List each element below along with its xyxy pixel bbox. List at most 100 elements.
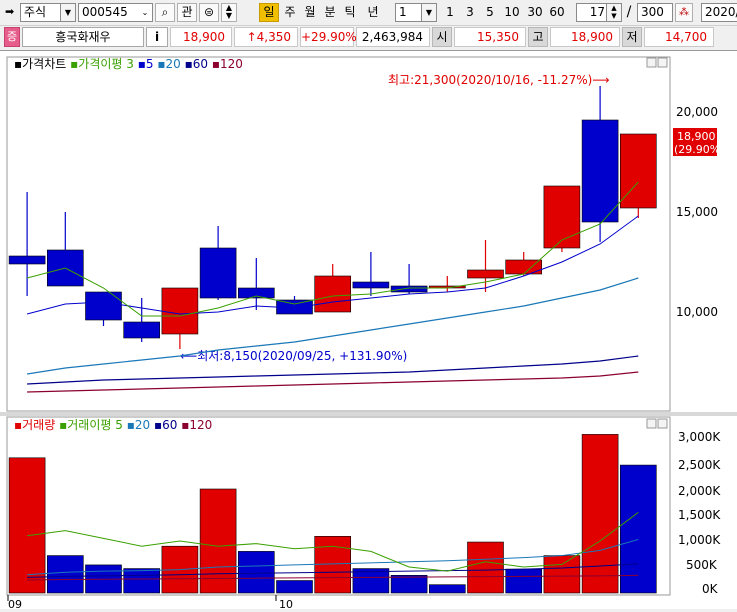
- candle-body: [352, 281, 390, 289]
- legend-volume-ma: 거래이평: [67, 418, 111, 432]
- volume-bar: [581, 434, 619, 594]
- legend-vma60: 60: [162, 418, 177, 432]
- panel-splitter[interactable]: [0, 412, 737, 416]
- legend-vma20: 20: [135, 418, 150, 432]
- volume-bar: [390, 575, 428, 594]
- period-tick[interactable]: 틱: [341, 3, 359, 22]
- stock-chart[interactable]: ▪가격차트 ▪가격이평 3 ▪5 ▪20 ▪60 ▪120 ▪거래량 ▪거래이평…: [0, 51, 737, 611]
- interest-button[interactable]: 관: [177, 3, 197, 22]
- chart-area[interactable]: ▪가격차트 ▪가격이평 3 ▪5 ▪20 ▪60 ▪120 ▪거래량 ▪거래이평…: [0, 50, 737, 611]
- chevron-down-icon[interactable]: ▼: [60, 4, 75, 21]
- close-icon[interactable]: [657, 418, 668, 429]
- candle-body: [467, 269, 504, 279]
- legend-ma60: 60: [193, 57, 208, 71]
- volume-tick-2500k: 2,500K: [678, 458, 721, 472]
- high-label: 고: [528, 27, 548, 47]
- candle-body: [619, 133, 657, 209]
- page-input[interactable]: 17 ▲ ▼: [576, 3, 622, 22]
- count-preset-3[interactable]: 3: [461, 3, 479, 22]
- minimize-icon[interactable]: [646, 57, 657, 68]
- volume-bar: [505, 568, 543, 594]
- candle-body: [161, 287, 199, 335]
- volume-tick-500k: 500K: [686, 558, 718, 572]
- count-preset-5[interactable]: 5: [481, 3, 499, 22]
- volume-bar: [199, 488, 237, 594]
- legend-vma120: 120: [189, 418, 212, 432]
- candle-body: [199, 247, 237, 299]
- volume-bar: [543, 555, 581, 594]
- volume-tick-0k: 0K: [702, 582, 719, 596]
- price-tick-15000: 15,000: [676, 205, 718, 219]
- period-week[interactable]: 주: [281, 3, 299, 22]
- info-button[interactable]: i: [146, 27, 168, 47]
- candle-body: [390, 285, 428, 293]
- x-label-sep: 09: [8, 598, 22, 609]
- volume-bar: [276, 580, 313, 594]
- close-icon[interactable]: [657, 57, 668, 68]
- candle-body: [8, 255, 46, 265]
- count-preset-60[interactable]: 60: [546, 3, 568, 22]
- chevron-down-icon[interactable]: ▼: [421, 4, 436, 21]
- price-tick-10000: 10,000: [676, 305, 718, 319]
- count-preset-10[interactable]: 10: [501, 3, 523, 22]
- count-value: 1: [399, 5, 407, 19]
- search-button[interactable]: ⌕: [155, 3, 175, 22]
- open-price: 15,350: [454, 27, 526, 47]
- count-select[interactable]: 1 ▼: [395, 3, 437, 22]
- candle-body: [314, 275, 352, 313]
- legend-price-ma: 가격이평: [78, 57, 122, 71]
- stepper-icon[interactable]: ▲ ▼: [606, 4, 621, 21]
- period-year[interactable]: 년: [361, 3, 385, 22]
- legend-ma3: 3: [126, 57, 134, 71]
- market-select-value: 주식: [24, 5, 47, 19]
- stepper-button[interactable]: ▲ ▼: [221, 3, 237, 22]
- stock-code-input[interactable]: 000545 ⌄: [78, 3, 153, 22]
- stock-badge: 증: [4, 27, 20, 47]
- quote-bar: 증 흥국화재우 i 18,900 ↑4,350 +29.90% 2,463,98…: [0, 26, 737, 48]
- current-price: 18,900: [170, 27, 232, 47]
- page-separator: /: [626, 4, 632, 20]
- max-price-annotation: 최고:21,300(2020/10/16, -11.27%)⟶: [388, 73, 610, 87]
- volume-bar: [619, 464, 657, 594]
- count-preset-1[interactable]: 1: [441, 3, 459, 22]
- legend-price: 가격차트: [22, 57, 66, 71]
- menu-arrow-icon[interactable]: ➡: [5, 5, 19, 19]
- price-change-pct: +29.90%: [300, 27, 357, 47]
- volume-tick-2000k: 2,000K: [678, 484, 721, 498]
- volume-bar: [238, 551, 275, 594]
- volume-bar: [467, 541, 504, 594]
- price-tick-20000: 20,000: [676, 105, 718, 119]
- legend-ma20: 20: [166, 57, 181, 71]
- grid-icon: ⁂: [679, 7, 689, 18]
- count-preset-30[interactable]: 30: [524, 3, 546, 22]
- period-month[interactable]: 월: [301, 3, 319, 22]
- volume-tick-1000k: 1,000K: [678, 533, 721, 547]
- chevron-down-icon[interactable]: ⌄: [138, 4, 152, 21]
- volume-bar: [8, 457, 46, 594]
- toolbar: ➡ 주식 ▼ 000545 ⌄ ⌕ 관 ⊜ ▲ ▼ 일 주 월 분 틱 년 1 ▼…: [0, 0, 737, 26]
- link-button[interactable]: ⊜: [199, 3, 219, 22]
- period-minute[interactable]: 분: [321, 3, 339, 22]
- low-label: 저: [622, 27, 642, 47]
- market-select[interactable]: 주식 ▼: [20, 3, 76, 22]
- trade-volume: 2,463,984: [356, 27, 430, 47]
- high-price: 18,900: [550, 27, 620, 47]
- minimize-icon[interactable]: [646, 418, 657, 429]
- volume-bar: [46, 555, 84, 594]
- settings-button[interactable]: ⁂: [675, 3, 693, 22]
- stock-name[interactable]: 흥국화재우: [22, 27, 144, 47]
- period-day[interactable]: 일: [259, 3, 279, 22]
- volume-tick-3000k: 3,000K: [678, 430, 721, 444]
- date-input[interactable]: 2020/: [701, 3, 737, 22]
- x-label-oct: 10: [279, 598, 293, 609]
- link-icon: ⊜: [203, 5, 215, 19]
- legend-volume: 거래량: [22, 418, 55, 432]
- stock-code-value: 000545: [82, 5, 128, 19]
- price-change: ↑4,350: [234, 27, 298, 47]
- page-value: 17: [589, 5, 605, 19]
- volume-bar: [123, 568, 160, 594]
- current-price-tag-pct: (29.90%): [674, 143, 725, 156]
- candle-body: [123, 321, 160, 339]
- candle-body: [85, 291, 122, 321]
- candle-body: [581, 119, 619, 223]
